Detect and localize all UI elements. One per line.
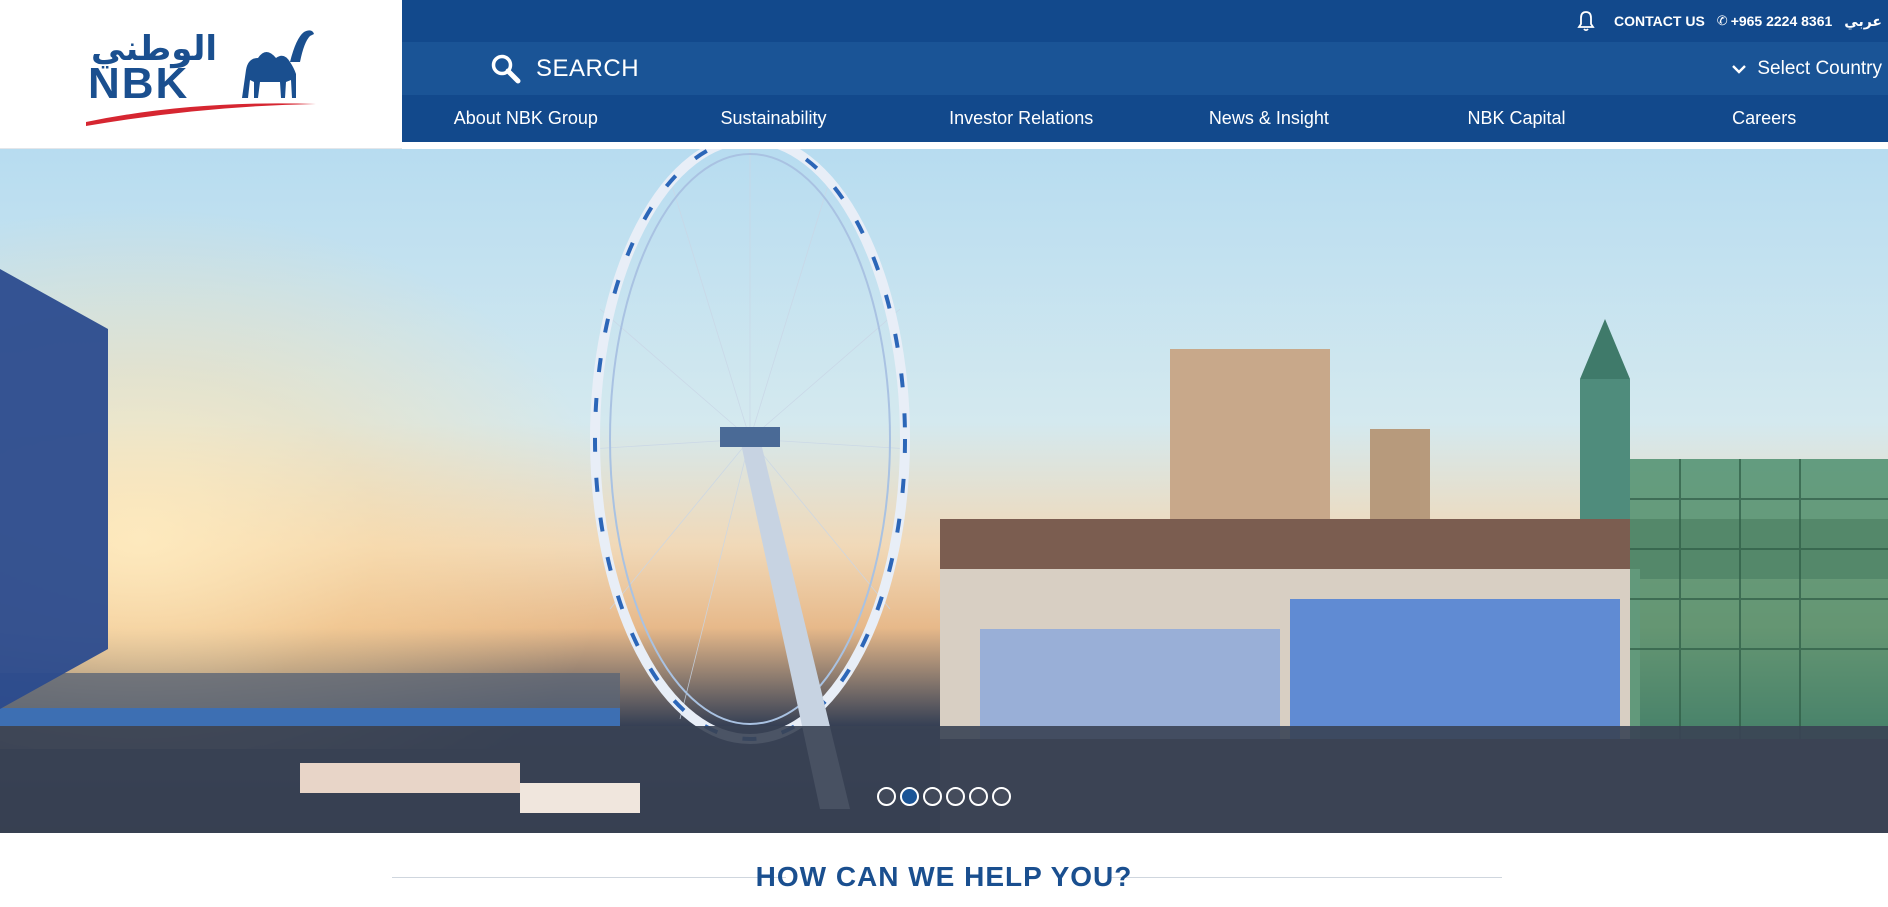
phone-number: +965 2224 8361 — [1730, 13, 1833, 29]
country-select[interactable]: Select Country — [1731, 52, 1882, 86]
nbk-logo[interactable]: الوطني NBK — [82, 18, 322, 130]
slider-dot[interactable] — [946, 787, 965, 806]
slider-pagination — [0, 787, 1888, 806]
help-title: HOW CAN WE HELP YOU? — [755, 861, 1133, 892]
main-nav: About NBK Group Sustainability Investor … — [402, 95, 1888, 142]
nav-item-news-insight[interactable]: News & Insight — [1145, 95, 1393, 142]
slider-dot[interactable] — [969, 787, 988, 806]
slider-dot[interactable] — [992, 787, 1011, 806]
nav-item-sustainability[interactable]: Sustainability — [650, 95, 898, 142]
logo-nbk-text: NBK — [88, 59, 189, 108]
slider-dot[interactable] — [877, 787, 896, 806]
bell-icon — [1577, 11, 1595, 32]
country-select-label: Select Country — [1757, 58, 1882, 79]
search-bar: SEARCH Select Country — [402, 42, 1888, 95]
search-icon — [491, 54, 521, 84]
phone-icon: ✆ — [1716, 13, 1728, 28]
camel-icon — [242, 30, 314, 98]
search-label: SEARCH — [536, 55, 640, 82]
search-button[interactable]: SEARCH — [490, 52, 639, 86]
contact-us-link[interactable]: CONTACT US — [1614, 13, 1705, 29]
top-utility-bar: CONTACT US ✆ +965 2224 8361 عربي — [402, 0, 1888, 42]
help-section: HOW CAN WE HELP YOU? — [0, 833, 1888, 907]
logo-area[interactable]: الوطني NBK — [0, 0, 402, 149]
nav-item-nbk-capital[interactable]: NBK Capital — [1393, 95, 1641, 142]
slider-dot[interactable] — [923, 787, 942, 806]
site-header: الوطني NBK CONTACT US ✆ +965 2224 8361 ع… — [0, 0, 1888, 149]
slider-dot-active[interactable] — [900, 787, 919, 806]
nav-item-investor-relations[interactable]: Investor Relations — [897, 95, 1145, 142]
nav-item-careers[interactable]: Careers — [1640, 95, 1888, 142]
hero-slider[interactable] — [0, 149, 1888, 833]
hero-blue-shape — [0, 269, 108, 709]
phone-link[interactable]: ✆ +965 2224 8361 — [1717, 13, 1833, 29]
nav-item-about[interactable]: About NBK Group — [402, 95, 650, 142]
notifications[interactable] — [1574, 9, 1602, 33]
language-toggle[interactable]: عربي — [1844, 13, 1882, 30]
chevron-down-icon — [1732, 65, 1747, 74]
